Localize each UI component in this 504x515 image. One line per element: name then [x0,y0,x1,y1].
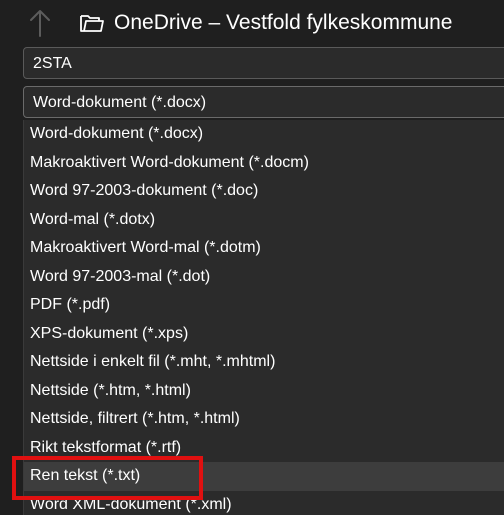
folder-icon [80,15,104,32]
file-type-option[interactable]: Makroaktivert Word-dokument (*.docm) [24,149,504,178]
filename-value: 2STA [33,55,72,72]
file-type-option[interactable]: PDF (*.pdf) [24,291,504,320]
filename-input[interactable]: 2STA [23,47,504,79]
file-type-option[interactable]: Makroaktivert Word-mal (*.dotm) [24,234,504,263]
file-type-option-hovered[interactable]: Ren tekst (*.txt) [24,462,504,491]
location-bar: OneDrive – Vestfold fylkeskommune [0,0,504,46]
file-type-option[interactable]: Word-dokument (*.docx) [24,120,504,149]
up-arrow-icon[interactable] [28,8,52,38]
file-type-option[interactable]: Word XML-dokument (*.xml) [24,491,504,515]
file-type-option[interactable]: Word 97-2003-dokument (*.doc) [24,177,504,206]
file-type-option[interactable]: XPS-dokument (*.xps) [24,320,504,349]
file-type-selected-value: Word-dokument (*.docx) [33,94,207,111]
file-type-option[interactable]: Nettside (*.htm, *.html) [24,377,504,406]
file-type-option[interactable]: Nettside, filtrert (*.htm, *.html) [24,405,504,434]
save-as-dialog: OneDrive – Vestfold fylkeskommune 2STA W… [0,0,504,515]
location-title: OneDrive – Vestfold fylkeskommune [114,11,453,34]
file-type-option[interactable]: Word 97-2003-mal (*.dot) [24,263,504,292]
file-type-dropdown-list: Word-dokument (*.docx) Makroaktivert Wor… [23,120,504,515]
file-type-option[interactable]: Nettside i enkelt fil (*.mht, *.mhtml) [24,348,504,377]
file-type-select[interactable]: Word-dokument (*.docx) [23,86,504,118]
file-type-option[interactable]: Rikt tekstformat (*.rtf) [24,434,504,463]
file-type-option[interactable]: Word-mal (*.dotx) [24,206,504,235]
